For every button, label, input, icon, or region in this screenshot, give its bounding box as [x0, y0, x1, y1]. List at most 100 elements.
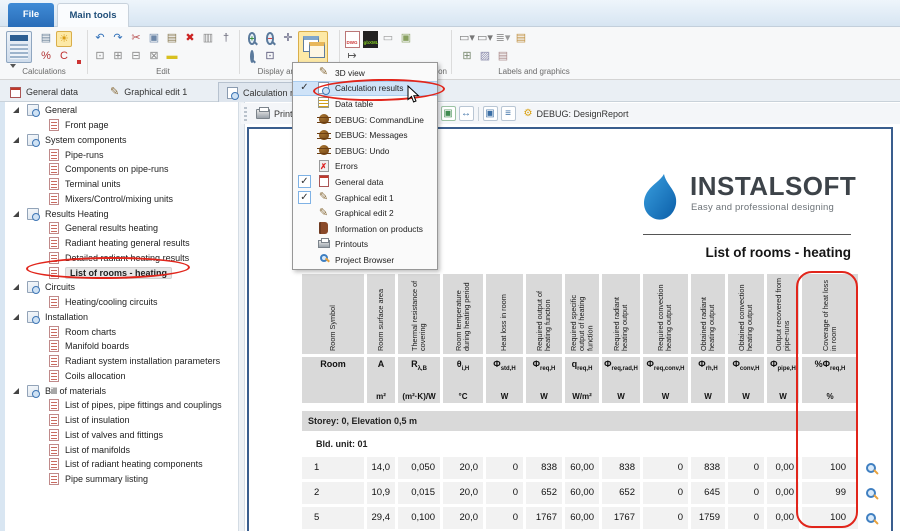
sidebar-item-detailed-radiant-heating-results[interactable]: Detailed radiant heating results	[5, 251, 238, 266]
doc-tab-general-data[interactable]: General data	[2, 82, 100, 102]
menu-item-project-browser[interactable]: Project Browser	[293, 252, 437, 268]
tree-expand-icon[interactable]	[13, 211, 19, 217]
chart-search-icon[interactable]: ▤	[38, 31, 54, 47]
doc-percent-icon[interactable]: %	[38, 49, 54, 65]
sidebar-item-room-charts[interactable]: Room charts	[5, 324, 238, 339]
lines-icon[interactable]: ≣▾	[495, 31, 511, 47]
menu-item-information-on-products[interactable]: Information on products	[293, 221, 437, 237]
gbxml-file-icon[interactable]: gbXML	[362, 31, 378, 47]
label-tag2-icon[interactable]: ▭▾	[477, 31, 493, 47]
sidebar-item-installation[interactable]: Installation	[5, 310, 238, 325]
sidebar-item-radiant-heating-general-results[interactable]: Radiant heating general results	[5, 236, 238, 251]
print-button[interactable]: Print	[252, 107, 297, 121]
select-icon[interactable]: ⊡	[92, 49, 108, 65]
stamp-icon[interactable]: ⊟	[128, 49, 144, 65]
menu-item-printouts[interactable]: Printouts	[293, 237, 437, 253]
calculator-icon[interactable]	[6, 31, 32, 63]
menu-item-3d-view[interactable]: ✎3D view	[293, 65, 437, 81]
sidebar-item-label: Pipe-runs	[65, 150, 104, 160]
sidebar-item-circuits[interactable]: Circuits	[5, 280, 238, 295]
sidebar-item-system-components[interactable]: System components	[5, 133, 238, 148]
table-icon[interactable]: ⊞	[459, 49, 475, 65]
copy-icon[interactable]: ▣	[146, 31, 162, 47]
menu-item-debug-undo[interactable]: DEBUG: Undo	[293, 143, 437, 159]
tree-expand-icon[interactable]	[13, 137, 19, 143]
tree-expand-icon[interactable]	[13, 388, 19, 394]
sidebar-item-front-page[interactable]: Front page	[5, 118, 238, 133]
ruler2-icon[interactable]: ▭	[380, 31, 396, 47]
sidebar-item-manifold-boards[interactable]: Manifold boards	[5, 339, 238, 354]
sidebar-item-terminal-units[interactable]: Terminal units	[5, 177, 238, 192]
tree-expand-icon[interactable]	[13, 314, 19, 320]
menu-item-debug-messages[interactable]: DEBUG: Messages	[293, 127, 437, 143]
redo-icon[interactable]: ↷	[110, 31, 126, 47]
zoom-in-icon[interactable]: +	[244, 31, 260, 47]
frame-icon[interactable]: ▣	[398, 31, 414, 47]
toolbar-grip[interactable]	[244, 107, 247, 121]
printer-icon	[256, 109, 270, 119]
sidebar-item-list-of-manifolds[interactable]: List of manifolds	[5, 442, 238, 457]
dwg-file-icon[interactable]: DWG	[344, 31, 360, 47]
rooms-table: Room SymbolRoom surface areaThermal resi…	[302, 274, 881, 531]
sidebar-item-results-heating[interactable]: Results Heating	[5, 206, 238, 221]
sidebar-item-list-of-valves-and-fittings[interactable]: List of valves and fittings	[5, 428, 238, 443]
menu-item-graphical-edit-1[interactable]: ✓✎Graphical edit 1	[293, 190, 437, 206]
sidebar-item-pipe-summary-listing[interactable]: Pipe summary listing	[5, 472, 238, 487]
sidebar-item-general[interactable]: General	[5, 103, 238, 118]
cut-icon[interactable]: ✂	[128, 31, 144, 47]
menu-item-debug-commandline[interactable]: DEBUG: CommandLine	[293, 112, 437, 128]
panel-splitter[interactable]	[238, 102, 245, 531]
undo-icon[interactable]: ↶	[92, 31, 108, 47]
paste-icon[interactable]: ▤	[164, 31, 180, 47]
zoom-out-icon[interactable]: −	[262, 31, 278, 47]
label-tag-icon[interactable]: ▭▾	[459, 31, 475, 47]
tab-main-tools[interactable]: Main tools	[57, 3, 129, 27]
sidebar-item-list-of-insulation[interactable]: List of insulation	[5, 413, 238, 428]
fit-page-icon[interactable]: ▣	[441, 106, 456, 121]
column-symbol: Φconv,H	[733, 359, 760, 372]
image-icon[interactable]: ▨	[477, 49, 493, 65]
pin-icon[interactable]: †	[218, 31, 234, 47]
column-header-text: Required specific output of heating func…	[569, 274, 596, 354]
sidebar-item-general-results-heating[interactable]: General results heating	[5, 221, 238, 236]
sun-icon[interactable]: ☀	[56, 31, 72, 47]
doc-tab-graphical-edit-1[interactable]: ✎Graphical edit 1	[102, 82, 216, 102]
sidebar-item-list-of-radiant-heating-components[interactable]: List of radiant heating components	[5, 457, 238, 472]
pan-icon[interactable]: ✛	[280, 31, 296, 47]
text-icon[interactable]: ▤	[495, 49, 511, 65]
menu-item-errors[interactable]: ✗Errors	[293, 159, 437, 175]
duplicate-icon[interactable]: ⊞	[110, 49, 126, 65]
outline-icon[interactable]: ≡	[501, 106, 516, 121]
table-cell: 1	[302, 457, 364, 479]
tree-expand-icon[interactable]	[13, 107, 19, 113]
row-detail-button[interactable]	[861, 457, 881, 479]
row-detail-button[interactable]	[861, 482, 881, 504]
tree-expand-icon[interactable]	[13, 284, 19, 290]
row-detail-button[interactable]	[861, 507, 881, 529]
sidebar-item-coils-allocation[interactable]: Coils allocation	[5, 369, 238, 384]
sidebar-item-list-of-pipes-pipe-fittings-and-couplings[interactable]: List of pipes, pipe fittings and couplin…	[5, 398, 238, 413]
save-icon[interactable]: ▣	[483, 106, 498, 121]
legend-icon[interactable]: ▤	[513, 31, 529, 47]
sidebar-item-radiant-system-installation-parameters[interactable]: Radiant system installation parameters	[5, 354, 238, 369]
toolbar-separator	[478, 107, 479, 121]
menu-item-general-data[interactable]: ✓General data	[293, 174, 437, 190]
sidebar-item-bill-of-materials[interactable]: Bill of materials	[5, 383, 238, 398]
zoom-blue-icon[interactable]	[244, 49, 260, 65]
doc-c-icon[interactable]: C	[56, 49, 72, 65]
delete-icon[interactable]: ✖	[182, 31, 198, 47]
sidebar-item-list-of-rooms-heating[interactable]: List of rooms - heating	[5, 265, 238, 280]
grid-plus-icon[interactable]: ⊠	[146, 49, 162, 65]
column-symbol: Φreq,conv,H	[647, 359, 685, 372]
debug-report-button[interactable]: ⚙ DEBUG: DesignReport	[520, 106, 633, 121]
tab-file[interactable]: File	[8, 3, 54, 27]
sidebar-item-components-on-pipe-runs[interactable]: Components on pipe-runs	[5, 162, 238, 177]
menu-item-graphical-edit-2[interactable]: ✎Graphical edit 2	[293, 205, 437, 221]
sidebar-item-pipe-runs[interactable]: Pipe-runs	[5, 147, 238, 162]
sidebar-item-heating-cooling-circuits[interactable]: Heating/cooling circuits	[5, 295, 238, 310]
sidebar-item-mixers-control-mixing-units[interactable]: Mixers/Control/mixing units	[5, 192, 238, 207]
fit-width-icon[interactable]: ↔	[459, 106, 474, 121]
book-icon[interactable]: ▥	[200, 31, 216, 47]
zoom-region-icon[interactable]: ⊡	[262, 49, 278, 65]
ruler-icon[interactable]: ▬	[164, 49, 180, 65]
